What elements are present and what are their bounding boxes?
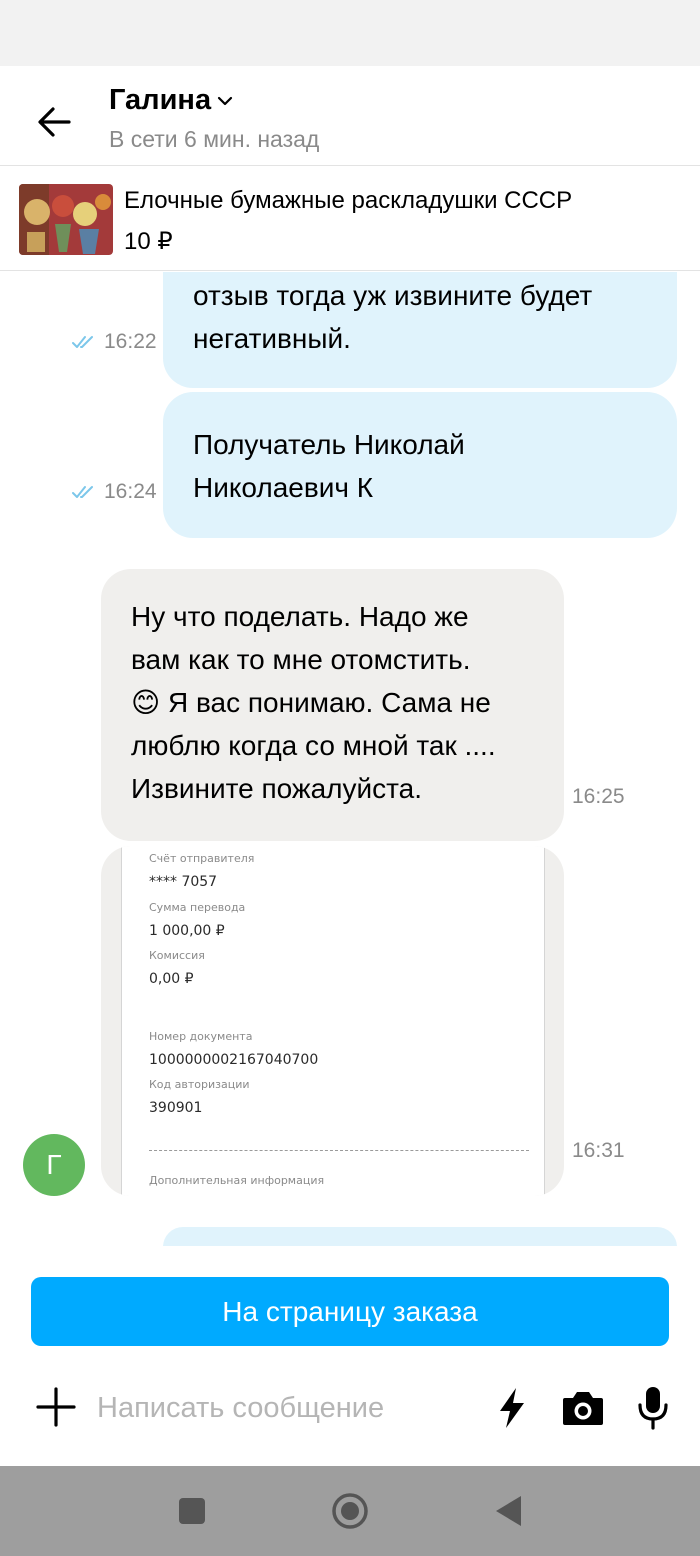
nav-square-icon [179,1498,205,1524]
outgoing-message[interactable]: Получатель Николай Николаевич К [163,392,677,538]
avatar[interactable]: Г [23,1134,85,1196]
product-thumbnail [19,184,113,255]
double-check-icon [72,336,93,348]
product-price: 10 ₽ [124,228,173,255]
message-line: Николаевич К [193,472,374,503]
receipt-value: 390901 [149,1100,203,1116]
message-time: 16:22 [104,330,157,353]
message-line: негативный. [193,323,351,354]
outgoing-message[interactable] [163,1227,677,1246]
message-meta: 16:22 [72,330,157,354]
camera-button[interactable] [559,1384,607,1432]
receipt-label: Код авторизации [149,1078,250,1091]
back-arrow-icon [38,107,71,137]
double-check-icon [72,486,93,498]
contact-name-toggle[interactable]: Галина [109,84,233,117]
message-time: 16:31 [572,1139,625,1162]
incoming-message[interactable]: Ну что поделать. Надо же вам как то мне … [101,569,564,841]
quick-replies-button[interactable] [488,1384,536,1432]
receipt-image-message[interactable]: Счёт отправителя **** 7057 Сумма перевод… [101,846,564,1196]
receipt-value: 0,00 ₽ [149,971,194,987]
message-line: вам как то мне отомстить. [131,644,471,675]
chat-messages[interactable]: отзыв тогда уж извините будет негативный… [0,272,700,1246]
camera-icon [563,1392,603,1425]
order-page-button[interactable]: На страницу заказа [31,1277,669,1346]
composer-panel: На страницу заказа [0,1246,700,1466]
receipt-image: Счёт отправителя **** 7057 Сумма перевод… [121,846,545,1196]
back-nav-button[interactable] [488,1491,528,1531]
avatar-letter: Г [46,1149,62,1180]
receipt-divider [149,1150,529,1151]
receipt-label: Сумма перевода [149,901,246,914]
nav-triangle-icon [496,1496,521,1526]
receipt-label: Номер документа [149,1030,253,1043]
message-meta: 16:24 [72,480,157,504]
receipt-label: Счёт отправителя [149,852,255,865]
plus-icon [36,1387,76,1427]
message-line: Извините пожалуйста. [131,773,423,804]
message-input[interactable] [97,1386,477,1430]
receipt-value: 1000000002167040700 [149,1052,319,1068]
message-line: люблю когда со мной так .... [131,730,496,761]
microphone-icon [638,1387,668,1430]
chat-header: Галина В сети 6 мин. назад [0,66,700,166]
system-nav-bar [0,1466,700,1556]
chevron-down-icon [217,96,233,105]
receipt-value: 1 000,00 ₽ [149,923,225,939]
message-line: 😊 Я вас понимаю. Сама не [131,687,491,718]
nav-circle-icon [332,1493,368,1529]
recent-apps-button[interactable] [172,1491,212,1531]
receipt-label: Дополнительная информация [149,1174,325,1187]
receipt-label: Комиссия [149,949,205,962]
message-time: 16:24 [104,480,157,503]
message-line: Ну что поделать. Надо же [131,601,469,632]
voice-message-button[interactable] [629,1384,677,1432]
attach-button[interactable] [33,1384,79,1430]
back-button[interactable] [28,96,80,148]
message-line: отзыв тогда уж извините будет [193,280,593,311]
product-title: Елочные бумажные раскладушки СССР [124,187,573,214]
contact-status: В сети 6 мин. назад [109,126,320,152]
home-button[interactable] [330,1491,370,1531]
message-time: 16:25 [572,785,625,808]
product-bar[interactable]: Елочные бумажные раскладушки СССР 10 ₽ [0,167,700,271]
outgoing-message[interactable]: отзыв тогда уж извините будет негативный… [163,272,677,388]
contact-name: Галина [109,84,212,116]
message-line: Получатель Николай [193,429,465,460]
receipt-value: **** 7057 [149,874,218,890]
status-bar [0,0,700,66]
lightning-icon [500,1388,524,1428]
